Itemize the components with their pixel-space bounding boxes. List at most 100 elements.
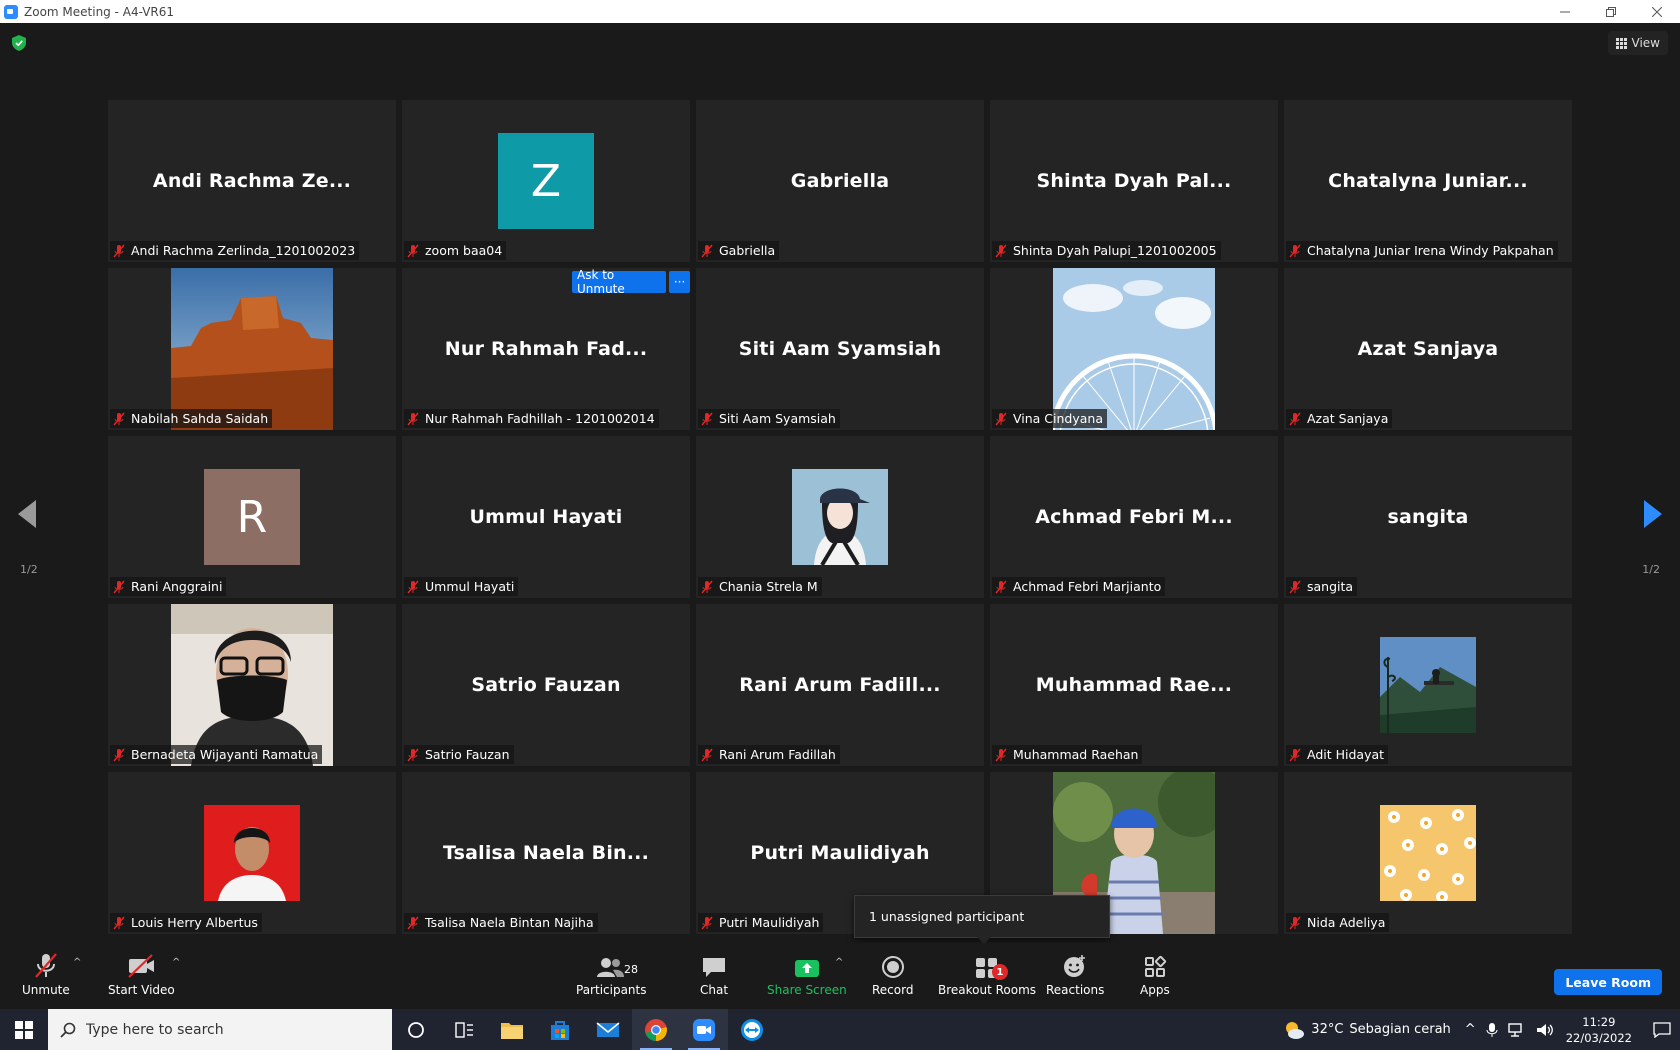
participant-name-label: zoom baa04 [425,243,503,258]
participant-name-tag: Ummul Hayati [404,577,519,596]
participant-tile[interactable]: Chatalyna Juniar... Chatalyna Juniar Ire… [1284,100,1572,262]
window-title: Zoom Meeting - A4-VR61 [24,4,175,19]
teamviewer-button[interactable] [728,1009,776,1050]
participant-tile[interactable]: Nabilah Sahda Saidah [108,268,396,430]
participant-tile[interactable]: Siti Aam Syamsiah Siti Aam Syamsiah [696,268,984,430]
ask-to-unmute-button[interactable]: Ask to Unmute [572,268,667,296]
task-view-icon [455,1021,473,1038]
participant-name-label: Rani Arum Fadillah [719,747,836,762]
leave-room-button[interactable]: Leave Room [1554,969,1662,995]
store-bag-icon [551,1020,569,1040]
participant-tile[interactable]: Rani Arum Fadill... Rani Arum Fadillah [696,604,984,766]
mic-muted-icon [407,916,419,929]
show-hidden-icons-chevron-icon[interactable]: ^ [1465,1022,1476,1037]
participant-tile[interactable]: Andi Rachma Ze... Andi Rachma Zerlinda_1… [108,100,396,262]
meeting-toolbar: Unmute ^ Start Video ^ Participants 28 C… [0,943,1680,1009]
participant-tile[interactable]: Louis Herry Albertus [108,772,396,934]
view-button[interactable]: View [1607,31,1668,55]
audio-options-caret-icon[interactable]: ^ [73,957,81,968]
participant-name-label: Louis Herry Albertus [131,915,258,930]
unmute-button[interactable]: Unmute [22,949,70,997]
participant-tile[interactable]: Adit Hidayat [1284,604,1572,766]
next-page-arrow-icon[interactable] [1642,500,1662,528]
video-options-caret-icon[interactable]: ^ [172,957,180,968]
notification-center-button[interactable] [1644,1021,1680,1038]
start-video-button[interactable]: Start Video [108,949,175,997]
apps-label: Apps [1140,983,1170,997]
mic-muted-icon [113,244,125,257]
volume-icon[interactable] [1536,1022,1554,1038]
participant-tile[interactable]: Nida Adeliya [1284,772,1572,934]
participant-display-name: Gabriella [790,170,890,192]
close-button[interactable] [1634,0,1680,23]
zoom-taskbar-button[interactable] [680,1009,728,1050]
share-options-caret-icon[interactable]: ^ [835,957,843,968]
participant-tile[interactable]: Z zoom baa04 [402,100,690,262]
weather-widget[interactable]: 32°C Sebagian cerah [1283,1020,1451,1040]
participant-name-tag: Tsalisa Naela Bintan Najiha [404,913,598,932]
record-button[interactable]: Record [872,949,913,997]
participant-tile[interactable]: Tsalisa Naela Bin... Tsalisa Naela Binta… [402,772,690,934]
temperature-text: 32°C [1311,1022,1344,1037]
participant-name-label: Satrio Fauzan [425,747,510,762]
mic-muted-icon [701,916,713,929]
participant-tile[interactable]: sangita sangita [1284,436,1572,598]
start-video-label: Start Video [108,983,175,997]
mail-button[interactable] [584,1009,632,1050]
participant-tile[interactable]: Ummul Hayati Ummul Hayati [402,436,690,598]
participant-name-label: Vina Cindyana [1013,411,1104,426]
mic-muted-icon [995,748,1007,761]
page-indicator-right: 1/2 [1642,563,1660,576]
participant-tile[interactable]: Muhammad Rae... Muhammad Raehan [990,604,1278,766]
participant-tile[interactable]: Gabriella Gabriella [696,100,984,262]
chat-button[interactable]: Chat [700,949,728,997]
participant-tile[interactable]: Satrio Fauzan Satrio Fauzan [402,604,690,766]
participant-name-tag: Vina Cindyana [992,409,1108,428]
window-controls [1542,0,1680,23]
restore-button[interactable] [1588,0,1634,23]
cortana-button[interactable] [392,1009,440,1050]
participant-tile[interactable]: Azat Sanjaya Azat Sanjaya [1284,268,1572,430]
participant-name-tag: Rani Arum Fadillah [698,745,840,764]
participant-display-name: Rani Arum Fadill... [739,674,941,696]
task-view-button[interactable] [440,1009,488,1050]
participant-tile[interactable]: Achmad Febri M... Achmad Febri Marjianto [990,436,1278,598]
breakout-rooms-button[interactable]: Breakout Rooms [938,949,1036,997]
taskbar-clock[interactable]: 11:29 22/03/2022 [1566,1014,1632,1046]
participant-tile[interactable]: R Rani Anggraini [108,436,396,598]
reactions-button[interactable]: Reactions [1046,949,1104,997]
participant-name-tag: Muhammad Raehan [992,745,1143,764]
microsoft-store-button[interactable] [536,1009,584,1050]
participant-tile[interactable]: Vina Cindyana [990,268,1278,430]
participant-avatar-container: R [108,436,396,598]
participant-name-label: Nur Rahmah Fadhillah - 1201002014 [425,411,655,426]
file-explorer-button[interactable] [488,1009,536,1050]
mic-muted-icon [995,412,1007,425]
mic-muted-icon [995,244,1007,257]
minimize-button[interactable] [1542,0,1588,23]
participants-label: Participants [576,983,647,997]
participant-tile[interactable]: Shinta Dyah Pal... Shinta Dyah Palupi_12… [990,100,1278,262]
participant-name-tag: Siti Aam Syamsiah [698,409,840,428]
zoom-app-icon [693,1018,715,1041]
mic-muted-icon [407,748,419,761]
participant-name-tag: Louis Herry Albertus [110,913,262,932]
start-button[interactable] [0,1009,48,1050]
participant-display-name: Azat Sanjaya [1357,338,1499,360]
previous-page-arrow-icon[interactable] [18,500,38,528]
encryption-shield-icon[interactable] [12,35,26,51]
participant-tile[interactable]: Nur Rahmah Fad... Ask to Unmute ··· Nur … [402,268,690,430]
participant-tile[interactable]: Bernadeta Wijayanti Ramatua [108,604,396,766]
cortana-circle-icon [408,1021,424,1038]
search-placeholder: Type here to search [86,1021,224,1038]
network-icon[interactable] [1508,1022,1526,1038]
participant-tile[interactable]: Chania Strela M [696,436,984,598]
apps-button[interactable]: Apps [1140,949,1170,997]
mic-muted-icon [701,748,713,761]
taskbar-search-box[interactable]: Type here to search [48,1009,392,1050]
more-options-button[interactable]: ··· [669,271,690,293]
chrome-button[interactable] [632,1009,680,1050]
view-label: View [1631,36,1660,50]
microphone-tray-icon[interactable] [1486,1022,1498,1038]
notification-icon [1653,1021,1671,1038]
